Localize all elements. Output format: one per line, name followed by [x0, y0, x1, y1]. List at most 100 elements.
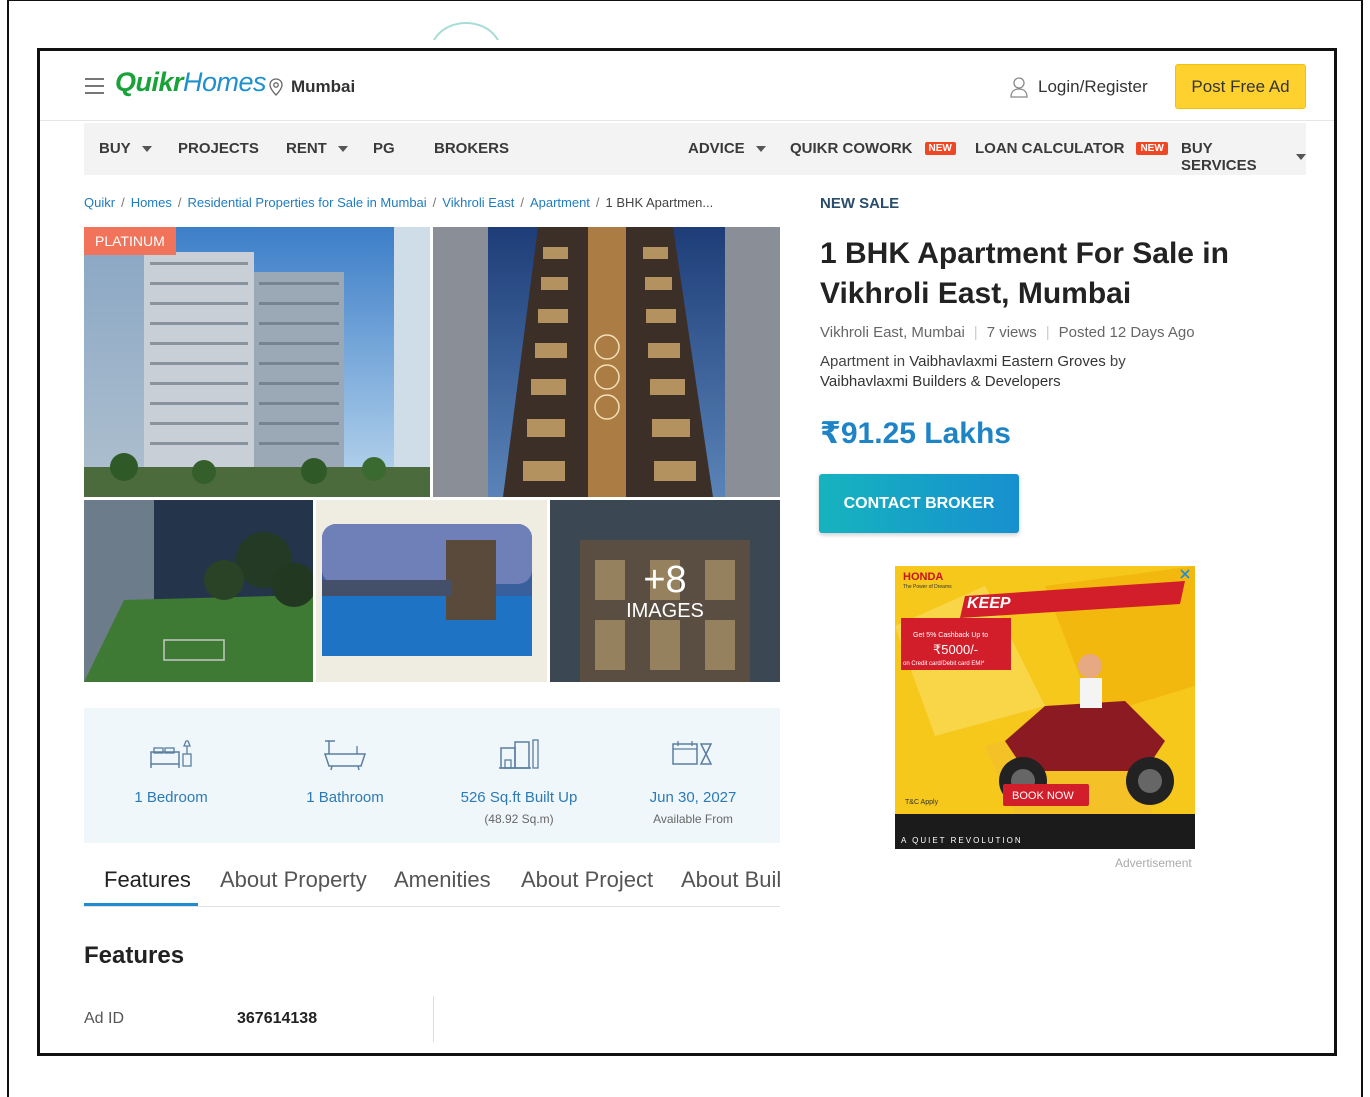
gallery-more-images[interactable]: +8 IMAGES — [550, 500, 780, 682]
detail-tabs: Features About Property Amenities About … — [84, 857, 780, 907]
nav-projects-label: PROJECTS — [178, 140, 259, 157]
nav-buy-services[interactable]: BUY SERVICES — [1181, 140, 1306, 174]
tab-about-project[interactable]: About Project — [521, 867, 653, 893]
breadcrumb-current: 1 BHK Apartmen... — [605, 195, 714, 210]
listing-title: 1 BHK Apartment For Sale in Vikhroli Eas… — [820, 237, 1229, 310]
stat-availability-value: Jun 30, 2027 — [649, 789, 737, 806]
builder-link[interactable]: Vaibhavlaxmi Builders & Developers — [820, 373, 1061, 390]
quikrhomes-logo[interactable]: QuikrHomes — [115, 67, 267, 98]
nav-pg-label: PG — [373, 140, 395, 157]
tab-about-property[interactable]: About Property — [220, 867, 367, 893]
stat-availability: Jun 30, 2027 Available From — [606, 708, 780, 843]
breadcrumb: Quikr / Homes / Residential Properties for… — [84, 195, 713, 210]
meta-divider: | — [1045, 324, 1050, 341]
contact-broker-button[interactable]: CONTACT BROKER — [819, 474, 1019, 533]
project-link[interactable]: Vaibhavlaxmi Eastern Groves — [909, 353, 1105, 370]
pool-photo — [316, 500, 547, 682]
photo-gallery: PLATINUM +8 IMAGES — [84, 227, 780, 682]
location-pin-icon — [269, 78, 283, 96]
stat-bathroom: 1 Bathroom — [258, 708, 432, 843]
nav-projects[interactable]: PROJECTS — [178, 140, 259, 157]
site-header: QuikrHomes Mumbai Login/Register Post Fr… — [40, 51, 1334, 121]
platinum-badge: PLATINUM — [84, 227, 176, 255]
feature-row-ad-id: Ad ID 367614138 — [84, 996, 434, 1042]
nav-buy[interactable]: BUY — [99, 140, 152, 157]
gallery-photo-1[interactable]: PLATINUM — [84, 227, 430, 497]
advertisement-banner[interactable]: HONDA The Power of Dreams KEEP Get 5% Ca… — [895, 566, 1195, 849]
gallery-photo-3[interactable] — [84, 500, 313, 682]
listing-description: Apartment in Vaibhavlaxmi Eastern Groves… — [820, 352, 1140, 392]
nav-rent-label: RENT — [286, 140, 327, 157]
nav-advice[interactable]: ADVICE — [688, 140, 766, 157]
desc-prefix: Apartment in — [820, 353, 906, 370]
tab-about-builder[interactable]: About Builder — [681, 867, 780, 893]
nav-pg[interactable]: PG — [373, 140, 395, 157]
ad-caption: Advertisement — [1115, 856, 1192, 870]
ad-cta: BOOK NOW — [1012, 790, 1074, 802]
honda-ad-art: HONDA The Power of Dreams KEEP Get 5% Ca… — [895, 566, 1195, 849]
breadcrumb-apartment[interactable]: Apartment — [530, 195, 590, 210]
desc-by: by — [1109, 353, 1126, 370]
logo-quikr: Quikr — [115, 67, 184, 97]
stat-bedroom-value: 1 Bedroom — [134, 789, 208, 806]
stat-bathroom-value: 1 Bathroom — [306, 789, 384, 806]
more-images-count: +8 — [643, 559, 687, 601]
nav-brokers-label: BROKERS — [434, 140, 510, 157]
gallery-photo-2[interactable] — [433, 227, 780, 497]
ad-tagline: The Power of Dreams — [903, 584, 952, 590]
stat-area: 526 Sq.ft Built Up (48.92 Sq.m) — [432, 708, 606, 843]
ad-brand: HONDA — [903, 571, 943, 583]
browser-viewport: QuikrHomes Mumbai Login/Register Post Fr… — [37, 48, 1337, 1056]
ad-tnc: T&C Apply — [905, 799, 939, 806]
breadcrumb-separator: / — [595, 195, 600, 210]
ad-offer-sub: on Credit card/Debit card EMI* — [903, 661, 985, 667]
nav-advice-label: ADVICE — [688, 140, 745, 157]
ad-id-label: Ad ID — [84, 1010, 125, 1027]
city-name: Mumbai — [291, 77, 356, 96]
chevron-down-icon — [337, 145, 348, 152]
stat-bedroom: 1 Bedroom — [84, 708, 258, 843]
more-images-label: IMAGES — [626, 600, 704, 622]
chevron-down-icon — [141, 145, 152, 152]
nav-cowork-label: QUIKR COWORK — [790, 140, 913, 157]
chevron-down-icon — [1296, 154, 1306, 160]
building-photo-2 — [433, 227, 780, 497]
stat-area-value: 526 Sq.ft Built Up — [460, 789, 578, 806]
garden-photo — [84, 500, 313, 682]
ad-id-value: 367614138 — [237, 1010, 318, 1027]
breadcrumb-locality[interactable]: Vikhroli East — [442, 195, 514, 210]
new-badge: NEW — [924, 142, 956, 155]
post-free-ad-button[interactable]: Post Free Ad — [1175, 64, 1306, 109]
calendar-hourglass-icon — [672, 741, 713, 765]
menu-icon[interactable] — [85, 78, 104, 94]
tab-features[interactable]: Features — [104, 867, 191, 893]
breadcrumb-residential[interactable]: Residential Properties for Sale in Mumba… — [188, 195, 427, 210]
features-heading: Features — [84, 942, 185, 969]
listing-views: 7 views — [986, 324, 1037, 341]
breadcrumb-homes[interactable]: Homes — [131, 195, 172, 210]
nav-loan-label: LOAN CALCULATOR — [975, 140, 1125, 157]
nav-buy-label: BUY — [99, 140, 131, 157]
nav-quikr-cowork[interactable]: QUIKR COWORK NEW — [790, 140, 956, 157]
property-highlights: 1 Bedroom 1 Bathroom 526 Sq.ft Built Up … — [84, 708, 780, 843]
nav-rent[interactable]: RENT — [286, 140, 348, 157]
ad-offer: Get 5% Cashback Up to — [913, 632, 988, 639]
breadcrumb-separator: / — [520, 195, 524, 210]
listing-meta: Vikhroli East, Mumbai | 7 views | Posted… — [820, 324, 1195, 341]
city-selector[interactable]: Mumbai — [268, 77, 355, 97]
new-badge: NEW — [1136, 142, 1168, 155]
breadcrumb-separator: / — [121, 195, 125, 210]
ad-amount: ₹5000/- — [933, 642, 978, 657]
active-tab-indicator — [84, 903, 198, 906]
gallery-photo-4[interactable] — [316, 500, 547, 682]
main-nav: BUY PROJECTS RENT PG BROKERS ADVICE QUIK… — [84, 123, 1306, 175]
breadcrumb-quikr[interactable]: Quikr — [84, 195, 115, 210]
tab-amenities[interactable]: Amenities — [394, 867, 491, 893]
login-label: Login/Register — [1038, 77, 1148, 96]
nav-loan-calculator[interactable]: LOAN CALCULATOR NEW — [975, 140, 1168, 157]
building-area-icon — [499, 739, 539, 769]
nav-brokers[interactable]: BROKERS — [434, 140, 509, 157]
login-register-link[interactable]: Login/Register — [1010, 76, 1148, 98]
breadcrumb-separator: / — [432, 195, 437, 210]
building-photo-1 — [84, 227, 430, 497]
